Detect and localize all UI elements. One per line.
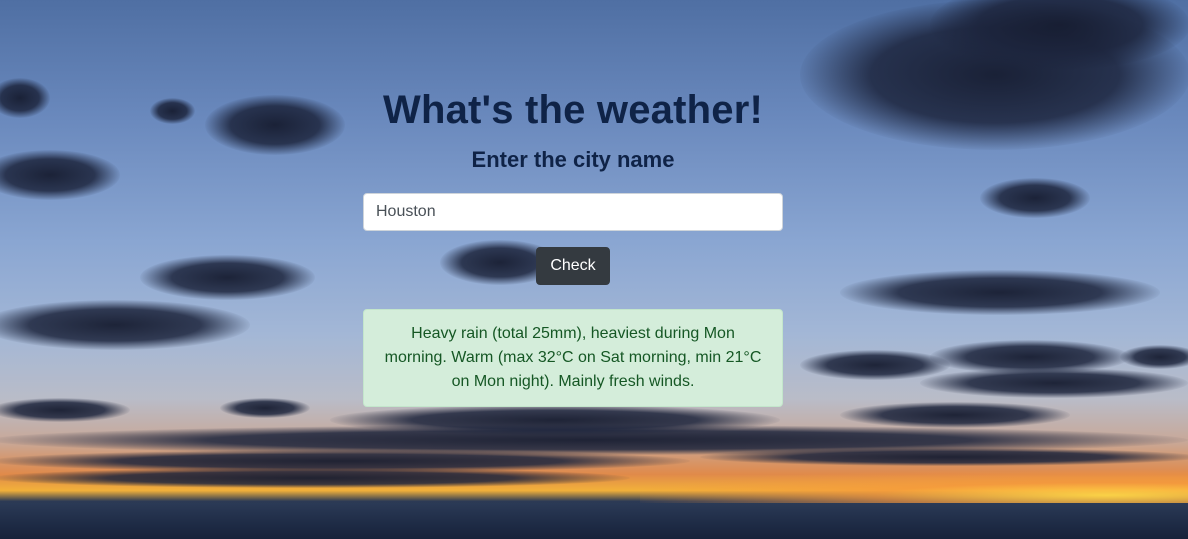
sky-background: What's the weather! Enter the city name … [0, 0, 1188, 539]
city-input[interactable] [363, 193, 783, 231]
cloud [700, 448, 1188, 466]
page-title: What's the weather! [382, 88, 764, 132]
cloud [0, 300, 250, 350]
cloud [920, 368, 1188, 398]
check-button[interactable]: Check [536, 247, 610, 285]
sea [0, 503, 1188, 539]
cloud [0, 468, 630, 488]
cloud [205, 95, 345, 155]
weather-form-container: What's the weather! Enter the city name … [363, 80, 783, 407]
cloud [140, 255, 315, 300]
cloud [220, 398, 310, 418]
cloud [840, 270, 1160, 315]
cloud [0, 78, 50, 118]
sunset-glow [640, 470, 1188, 506]
weather-result-alert: Heavy rain (total 25mm), heaviest during… [363, 309, 783, 407]
cloud [150, 98, 195, 124]
cloud [0, 398, 130, 422]
cloud [840, 402, 1070, 428]
cloud [980, 178, 1090, 218]
cloud [800, 350, 950, 380]
cloud [0, 150, 120, 200]
cloud [1120, 345, 1188, 369]
page-subtitle: Enter the city name [471, 147, 675, 172]
